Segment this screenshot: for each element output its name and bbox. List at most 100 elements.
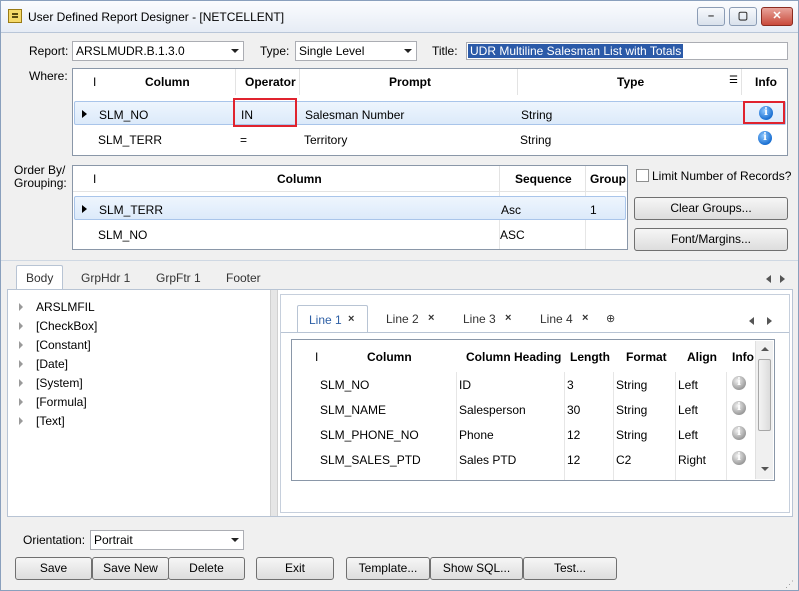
line-row-4[interactable]: SLM_SALES_PTD Sales PTD 12 C2 Right i <box>293 447 753 471</box>
line-col-format[interactable]: Format <box>626 350 667 364</box>
expand-icon[interactable] <box>19 303 23 311</box>
where-col-prompt[interactable]: Prompt <box>389 75 431 89</box>
line-col-info[interactable]: Info <box>732 350 754 364</box>
test-button[interactable]: Test... <box>523 557 617 580</box>
save-new-button[interactable]: Save New <box>92 557 169 580</box>
title-input[interactable]: UDR Multiline Salesman List with Totals <box>466 42 788 60</box>
where-row-type[interactable]: String <box>520 133 551 147</box>
where-col-info[interactable]: Info <box>755 75 777 89</box>
expand-icon[interactable] <box>19 360 23 368</box>
orientation-combo[interactable]: Portrait <box>90 530 244 550</box>
tab-line-2[interactable]: Line 2 × <box>386 312 434 326</box>
delete-button[interactable]: Delete <box>168 557 245 580</box>
resize-grip-icon[interactable]: ⋰ <box>785 579 794 590</box>
order-row-column: SLM_TERR <box>99 203 164 217</box>
line-panel: Line 1 × Line 2 × Line 3 × Line 4 × ⊕ I <box>280 294 790 513</box>
chevron-down-icon <box>231 49 239 53</box>
type-label: Type: <box>260 44 290 58</box>
tabs-scroll-left-icon[interactable] <box>766 275 771 283</box>
font-margins-button[interactable]: Font/Margins... <box>634 228 788 251</box>
info-icon[interactable]: i <box>758 131 772 145</box>
minimize-button[interactable]: – <box>697 7 725 26</box>
type-combo[interactable]: Single Level <box>295 41 417 61</box>
scroll-up-icon[interactable] <box>761 347 769 351</box>
order-by-grid: I Column Sequence Group SLM_TERR Asc 1 S… <box>72 165 628 250</box>
where-row-column: SLM_TERR <box>98 133 163 147</box>
line-row-2[interactable]: SLM_NAME Salesperson 30 String Left i <box>293 397 753 421</box>
save-button[interactable]: Save <box>15 557 92 580</box>
order-col-group[interactable]: Group <box>590 172 626 186</box>
where-row-prompt[interactable]: Territory <box>304 133 347 147</box>
info-icon[interactable]: i <box>732 451 746 465</box>
order-row-sequence[interactable]: Asc <box>501 203 521 217</box>
expand-icon[interactable] <box>19 417 23 425</box>
line-tabs-scroll-left-icon[interactable] <box>749 317 754 325</box>
where-row-operator[interactable]: = <box>240 133 247 147</box>
expand-icon[interactable] <box>19 398 23 406</box>
tab-line-1[interactable]: Line 1 × <box>297 305 368 333</box>
tabs-scroll-right-icon[interactable] <box>780 275 785 283</box>
order-col-sequence[interactable]: Sequence <box>515 172 572 186</box>
tab-body[interactable]: Body <box>16 265 64 292</box>
operator-highlight <box>233 98 297 127</box>
line-row-3[interactable]: SLM_PHONE_NO Phone 12 String Left i <box>293 422 753 446</box>
info-icon[interactable]: i <box>732 401 746 415</box>
show-sql-button[interactable]: Show SQL... <box>430 557 523 580</box>
template-button[interactable]: Template... <box>346 557 430 580</box>
order-row-sequence[interactable]: ASC <box>500 228 525 242</box>
where-row-1[interactable]: SLM_NO IN Salesman Number String i <box>74 101 786 125</box>
clear-groups-button[interactable]: Clear Groups... <box>634 197 788 220</box>
where-col-type[interactable]: Type <box>617 75 644 89</box>
where-col-operator[interactable]: Operator <box>245 75 296 89</box>
row-pointer-icon <box>82 205 87 213</box>
close-tab-icon[interactable]: × <box>505 312 511 324</box>
exit-button[interactable]: Exit <box>256 557 334 580</box>
close-tab-icon[interactable]: × <box>348 313 354 325</box>
order-row-group[interactable]: 1 <box>590 203 597 217</box>
where-row-prompt[interactable]: Salesman Number <box>305 108 404 122</box>
tab-grphdr-1[interactable]: GrpHdr 1 <box>81 271 130 285</box>
order-row-2[interactable]: SLM_NO ASC <box>74 222 626 246</box>
maximize-button[interactable]: ▢ <box>729 7 757 26</box>
line-grid-scrollbar[interactable] <box>755 341 773 479</box>
tab-grpftr-1[interactable]: GrpFtr 1 <box>156 271 201 285</box>
info-icon[interactable]: i <box>732 426 746 440</box>
where-col-column[interactable]: Column <box>145 75 190 89</box>
line-col-align[interactable]: Align <box>687 350 717 364</box>
line-row-1[interactable]: SLM_NO ID 3 String Left i <box>293 372 753 396</box>
line-tabs-scroll-right-icon[interactable] <box>767 317 772 325</box>
where-row-type[interactable]: String <box>521 108 552 122</box>
tab-footer[interactable]: Footer <box>226 271 261 285</box>
order-col-column[interactable]: Column <box>277 172 322 186</box>
scrollbar-thumb[interactable] <box>758 359 771 431</box>
scroll-down-icon[interactable] <box>761 467 769 471</box>
title-bar: User Defined Report Designer - [NETCELLE… <box>1 1 798 33</box>
where-label: Where: <box>29 69 68 83</box>
line-col-heading[interactable]: Column Heading <box>466 350 561 364</box>
close-tab-icon[interactable]: × <box>582 312 588 324</box>
close-tab-icon[interactable]: × <box>428 312 434 324</box>
limit-records-checkbox[interactable] <box>636 169 649 182</box>
where-row-2[interactable]: SLM_TERR = Territory String i <box>74 127 786 151</box>
column-chooser-icon[interactable]: ☰ <box>729 75 738 86</box>
line-col-column[interactable]: Column <box>367 350 412 364</box>
expand-icon[interactable] <box>19 322 23 330</box>
report-combo[interactable]: ARSLMUDR.B.1.3.0 <box>72 41 244 61</box>
tab-line-3[interactable]: Line 3 × <box>463 312 511 326</box>
info-icon[interactable]: i <box>732 376 746 390</box>
line-col-length[interactable]: Length <box>570 350 610 364</box>
tab-line-4[interactable]: Line 4 × <box>540 312 588 326</box>
order-row-1[interactable]: SLM_TERR Asc 1 <box>74 196 626 220</box>
window-title: User Defined Report Designer - [NETCELLE… <box>28 10 285 24</box>
close-button[interactable]: ✕ <box>761 7 793 26</box>
body-panel: ARSLMFIL [CheckBox] [Constant] [Date] [S… <box>7 289 793 517</box>
expand-icon[interactable] <box>19 379 23 387</box>
chevron-down-icon <box>231 538 239 542</box>
add-line-tab-icon[interactable]: ⊕ <box>606 312 615 325</box>
report-value: ARSLMUDR.B.1.3.0 <box>76 44 185 58</box>
info-highlight <box>743 101 785 124</box>
where-grid-header: I Column Operator Prompt Type ☰ Info <box>73 69 787 95</box>
splitter-handle[interactable] <box>270 290 278 516</box>
expand-icon[interactable] <box>19 341 23 349</box>
title-value: UDR Multiline Salesman List with Totals <box>468 44 684 58</box>
